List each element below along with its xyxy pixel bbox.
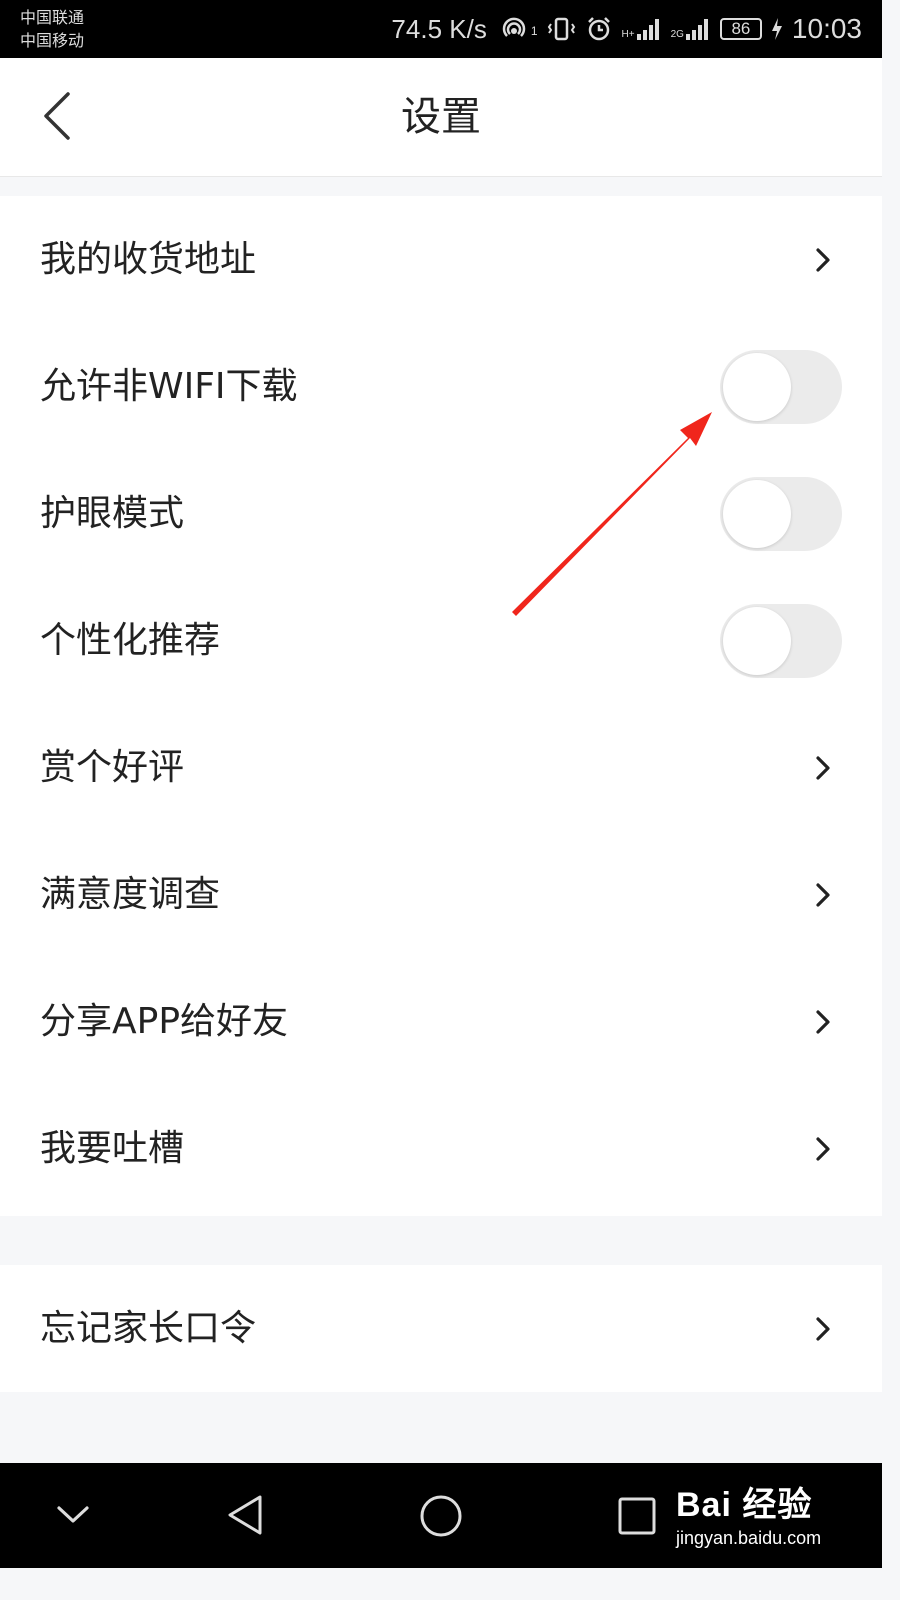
chevron-left-icon bbox=[44, 92, 70, 140]
settings-list: 我的收货地址 允许非WIFI下载 护眼模式 个性化推荐 赏个好评 满意度调查 分… bbox=[0, 196, 882, 1216]
home-circle-icon[interactable] bbox=[418, 1493, 464, 1539]
carrier-1: 中国联通 bbox=[20, 8, 85, 27]
status-bar: 中国联通 中国移动 74.5 K/s 1 H+ 2G 86 10:03 bbox=[0, 0, 882, 58]
hotspot-badge: 1 bbox=[530, 24, 538, 38]
carrier-2: 中国移动 bbox=[20, 31, 85, 50]
vibrate-icon bbox=[546, 14, 576, 44]
setting-label: 允许非WIFI下载 bbox=[40, 366, 298, 407]
setting-label: 个性化推荐 bbox=[40, 620, 221, 661]
non-wifi-download-toggle[interactable] bbox=[720, 349, 842, 424]
setting-label: 我要吐槽 bbox=[40, 1128, 185, 1169]
setting-row-non-wifi-download: 允许非WIFI下载 bbox=[0, 323, 882, 450]
back-triangle-icon[interactable] bbox=[224, 1493, 268, 1537]
battery-icon: 86 bbox=[719, 18, 762, 40]
carrier-info: 中国联通 中国移动 bbox=[20, 6, 84, 52]
net-speed: 74.5 K/s bbox=[391, 13, 487, 44]
setting-row-feedback[interactable]: 我要吐槽 bbox=[0, 1085, 882, 1212]
setting-label: 忘记家长口令 bbox=[40, 1308, 257, 1349]
page-title: 设置 bbox=[401, 94, 481, 140]
watermark-brand: Bai 经验 bbox=[676, 1486, 813, 1524]
clock: 10:03 bbox=[791, 13, 862, 44]
signal-2-icon: 2G bbox=[671, 16, 712, 42]
chevron-right-icon bbox=[816, 1136, 830, 1161]
charging-icon bbox=[770, 16, 784, 42]
setting-row-forgot-parent-password[interactable]: 忘记家长口令 bbox=[0, 1265, 882, 1392]
watermark-url: jingyan.baidu.com bbox=[676, 1528, 822, 1548]
setting-label: 我的收货地址 bbox=[40, 239, 257, 280]
recents-square-icon[interactable] bbox=[617, 1496, 657, 1536]
setting-row-satisfaction-survey[interactable]: 满意度调查 bbox=[0, 831, 882, 958]
signal-1-icon: H+ bbox=[622, 16, 663, 42]
chevron-right-icon bbox=[816, 1316, 830, 1341]
signal-2-label: 2G bbox=[670, 29, 684, 40]
baidu-jingyan-watermark: Bai 经验 jingyan.baidu.com bbox=[676, 1477, 821, 1549]
battery-level: 86 bbox=[731, 19, 751, 38]
chevron-right-icon bbox=[816, 247, 830, 272]
chevron-down-icon[interactable] bbox=[55, 1500, 91, 1528]
eye-care-mode-toggle[interactable] bbox=[720, 476, 842, 551]
back-button[interactable] bbox=[30, 86, 90, 146]
toggle-knob bbox=[723, 606, 791, 675]
personalized-recommendation-toggle[interactable] bbox=[720, 603, 842, 678]
setting-row-share-app[interactable]: 分享APP给好友 bbox=[0, 958, 882, 1085]
setting-label: 赏个好评 bbox=[40, 747, 185, 788]
hotspot-icon: 1 bbox=[501, 14, 538, 44]
toggle-knob bbox=[723, 479, 791, 548]
chevron-right-icon bbox=[816, 755, 830, 780]
setting-row-eye-care-mode: 护眼模式 bbox=[0, 450, 882, 577]
status-icons: 74.5 K/s 1 H+ 2G 86 10:03 bbox=[391, 0, 862, 58]
setting-label: 满意度调查 bbox=[40, 874, 221, 915]
setting-row-personalized-recommendation: 个性化推荐 bbox=[0, 577, 882, 704]
app-header: 设置 bbox=[0, 58, 882, 177]
chevron-right-icon bbox=[816, 1009, 830, 1034]
setting-label: 分享APP给好友 bbox=[40, 1001, 289, 1042]
setting-label: 护眼模式 bbox=[40, 493, 185, 534]
toggle-knob bbox=[723, 352, 791, 421]
setting-row-shipping-address[interactable]: 我的收货地址 bbox=[0, 196, 882, 323]
settings-footer-list: 忘记家长口令 bbox=[0, 1265, 882, 1392]
setting-row-rate-app[interactable]: 赏个好评 bbox=[0, 704, 882, 831]
signal-1-label: H+ bbox=[621, 29, 635, 40]
alarm-icon bbox=[584, 14, 614, 44]
chevron-right-icon bbox=[816, 882, 830, 907]
